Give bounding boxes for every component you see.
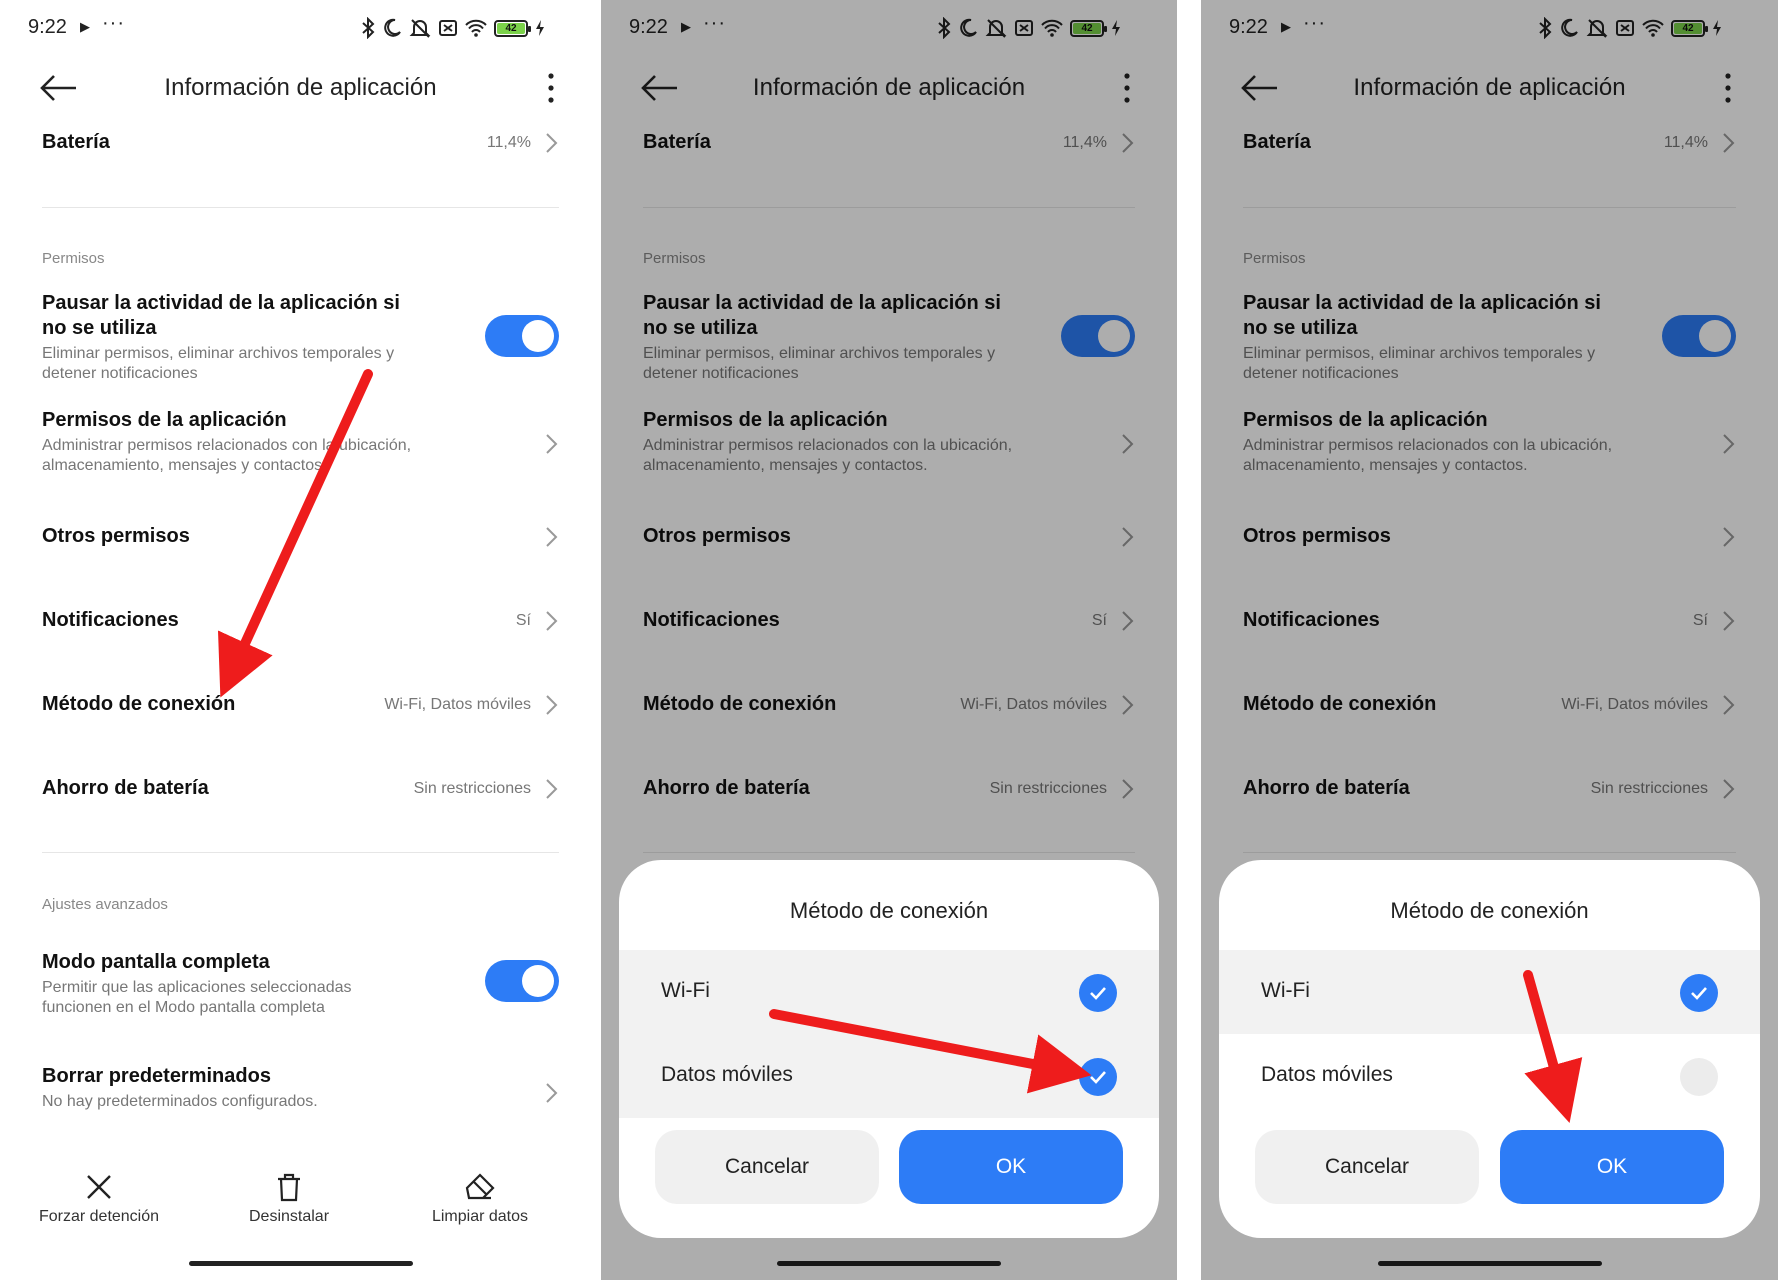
section-permisos: Permisos xyxy=(42,250,105,267)
option-label: Wi-Fi xyxy=(661,979,710,1002)
option-mobile-data[interactable]: Datos móviles xyxy=(1219,1034,1760,1118)
row-connection-method[interactable]: Método de conexión Wi-Fi, Datos móviles xyxy=(42,692,559,722)
row-battery-saver[interactable]: Ahorro de batería Sin restricciones xyxy=(42,776,559,806)
chevron-right-icon xyxy=(546,527,558,547)
row-subtitle: Permitir que las aplicaciones selecciona… xyxy=(42,979,352,1016)
option-label: Datos móviles xyxy=(1261,1063,1393,1086)
chevron-right-icon xyxy=(546,133,558,153)
more-dots-icon: ··· xyxy=(102,12,125,34)
divider xyxy=(42,852,559,853)
row-other-permissions[interactable]: Otros permisos xyxy=(42,524,559,554)
wifi-icon xyxy=(465,19,487,37)
trash-icon xyxy=(278,1173,300,1202)
checkbox[interactable] xyxy=(1079,974,1117,1012)
checkbox[interactable] xyxy=(1680,974,1718,1012)
checkbox[interactable] xyxy=(1079,1058,1117,1096)
app-bar: Información de aplicación xyxy=(0,60,601,116)
chevron-right-icon xyxy=(546,1083,558,1103)
charging-icon xyxy=(536,20,544,36)
row-title: Otros permisos xyxy=(42,525,190,547)
page-title: Información de aplicación xyxy=(164,74,437,101)
eraser-icon xyxy=(465,1173,495,1200)
row-pause-activity[interactable]: Pausar la actividad de la aplicación si n… xyxy=(42,291,559,386)
option-label: Datos móviles xyxy=(661,1063,793,1086)
cancel-button[interactable]: Cancelar xyxy=(655,1130,879,1204)
screen-dialog-both-checked: 9:22 ▶ ··· 42 Información de aplicación … xyxy=(601,0,1177,1280)
row-title: Pausar la actividad de la aplicación si n… xyxy=(42,292,400,339)
row-battery[interactable]: Batería 11,4% xyxy=(42,130,559,160)
row-title: Batería xyxy=(42,131,110,153)
check-icon xyxy=(1090,987,1106,1000)
row-value: Sin restricciones xyxy=(413,780,531,797)
home-indicator[interactable] xyxy=(188,1261,413,1266)
bottom-action-bar: Forzar detención Desinstalar Limpiar dat… xyxy=(0,1172,601,1242)
row-app-permissions[interactable]: Permisos de la aplicación Administrar pe… xyxy=(42,408,559,480)
option-label: Wi-Fi xyxy=(1261,979,1310,1002)
force-stop-button[interactable]: Forzar detención xyxy=(14,1172,184,1226)
play-icon: ▶ xyxy=(80,19,90,34)
dialog-title: Método de conexión xyxy=(789,898,989,923)
option-mobile-data[interactable]: Datos móviles xyxy=(619,1034,1159,1118)
row-subtitle: Administrar permisos relacionados con la… xyxy=(42,437,412,474)
dismiss-icon xyxy=(439,20,457,36)
moon-icon xyxy=(384,18,401,37)
row-title: Notificaciones xyxy=(42,609,179,631)
clock: 9:22 xyxy=(28,16,67,38)
chevron-right-icon xyxy=(546,434,558,454)
divider xyxy=(42,207,559,208)
row-value: 11,4% xyxy=(486,134,531,151)
option-wifi[interactable]: Wi-Fi xyxy=(619,950,1159,1034)
row-notifications[interactable]: Notificaciones Sí xyxy=(42,608,559,638)
chevron-right-icon xyxy=(546,779,558,799)
row-subtitle: No hay predeterminados configurados. xyxy=(42,1093,318,1110)
row-clear-defaults[interactable]: Borrar predeterminados No hay predetermi… xyxy=(42,1064,559,1116)
close-icon xyxy=(87,1175,111,1199)
more-vert-icon[interactable] xyxy=(545,70,557,106)
row-value: Sí xyxy=(515,612,531,629)
clear-data-button[interactable]: Limpiar datos xyxy=(395,1172,565,1226)
screen-dialog-wifi-only: 9:22 ▶ ··· 42 Información de aplicación … xyxy=(1201,0,1778,1280)
row-title: Permisos de la aplicación xyxy=(42,409,287,431)
chevron-right-icon xyxy=(546,611,558,631)
section-advanced: Ajustes avanzados xyxy=(42,896,168,913)
row-title: Borrar predeterminados xyxy=(42,1065,271,1087)
uninstall-button[interactable]: Desinstalar xyxy=(204,1172,374,1226)
connection-method-dialog: Método de conexión Wi-Fi Datos móviles C… xyxy=(1219,860,1760,1238)
chevron-right-icon xyxy=(546,695,558,715)
row-title: Modo pantalla completa xyxy=(42,951,270,973)
check-icon xyxy=(1691,987,1707,1000)
bluetooth-icon xyxy=(362,17,375,39)
battery-icon: 42 xyxy=(494,19,531,37)
dialog-title: Método de conexión xyxy=(1390,898,1589,923)
row-value: Wi-Fi, Datos móviles xyxy=(384,696,531,713)
ok-button[interactable]: OK xyxy=(899,1130,1123,1204)
mute-icon xyxy=(409,19,431,38)
pause-activity-toggle[interactable] xyxy=(485,315,559,357)
option-wifi[interactable]: Wi-Fi xyxy=(1219,950,1760,1034)
cancel-button[interactable]: Cancelar xyxy=(1255,1130,1479,1204)
fullscreen-mode-toggle[interactable] xyxy=(485,960,559,1002)
checkbox[interactable] xyxy=(1680,1058,1718,1096)
row-subtitle: Eliminar permisos, eliminar archivos tem… xyxy=(42,345,395,382)
connection-method-dialog: Método de conexión Wi-Fi Datos móviles C… xyxy=(619,860,1159,1238)
check-icon xyxy=(1090,1071,1106,1084)
row-fullscreen-mode[interactable]: Modo pantalla completa Permitir que las … xyxy=(42,950,559,1022)
status-bar: 9:22 ▶ ··· 42 xyxy=(0,0,601,56)
ok-button[interactable]: OK xyxy=(1500,1130,1724,1204)
screen-app-info: 9:22 ▶ ··· 42 Información de aplicación … xyxy=(0,0,601,1280)
